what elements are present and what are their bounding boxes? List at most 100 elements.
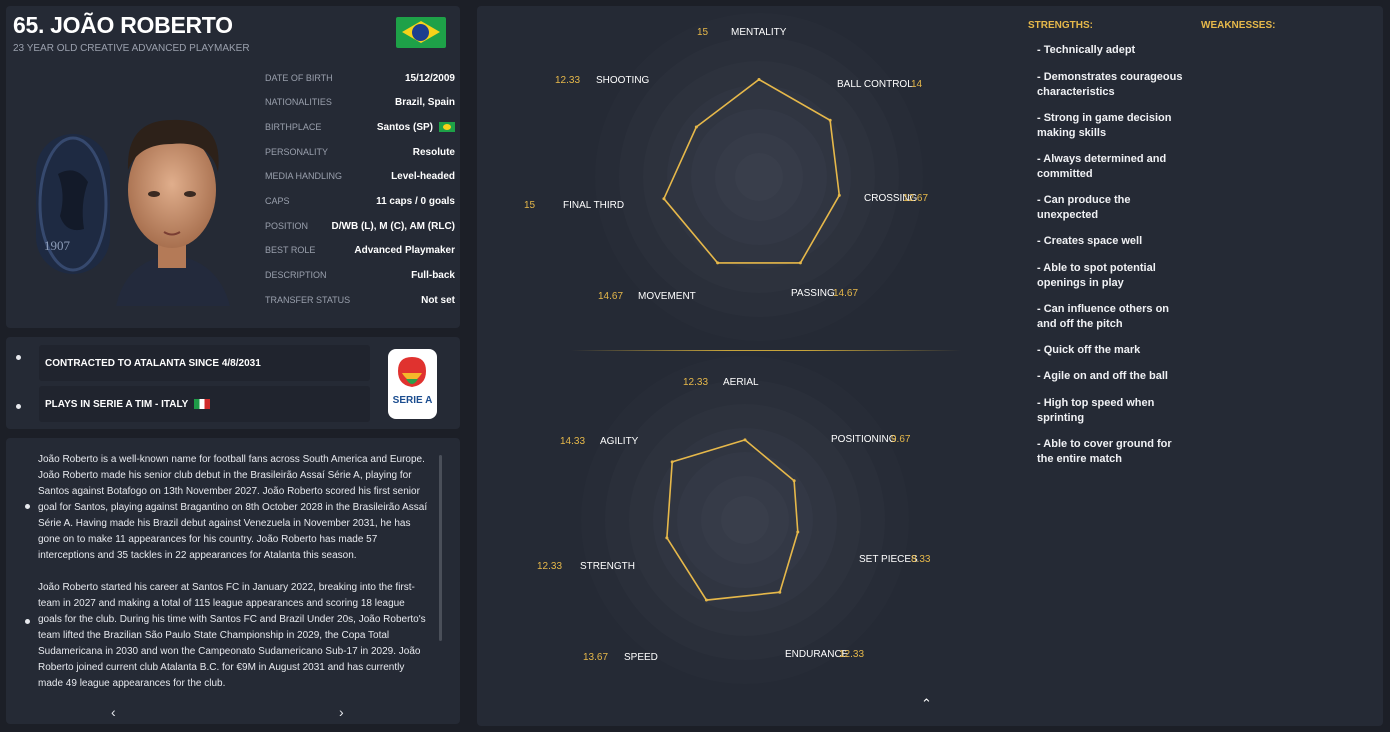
info-row-personality: PERSONALITY Resolute bbox=[265, 147, 455, 163]
radar-divider bbox=[571, 350, 961, 351]
club-crest-icon: 1907 bbox=[36, 134, 110, 274]
attr-value: 12.33 bbox=[537, 561, 563, 572]
bio-scrollbar[interactable] bbox=[439, 455, 442, 641]
radar-point bbox=[798, 261, 802, 265]
strength-item: - Always determined and committed bbox=[1037, 153, 1167, 180]
info-value: D/WB (L), M (C), AM (RLC) bbox=[331, 221, 455, 232]
info-label: BEST ROLE bbox=[265, 245, 316, 255]
contract-panel: CONTRACTED TO ATALANTA SINCE 4/8/2031 PL… bbox=[6, 337, 460, 429]
attr-value: 13.67 bbox=[583, 652, 609, 663]
info-value: Full-back bbox=[411, 270, 455, 281]
radar-point bbox=[792, 479, 796, 483]
info-label: DESCRIPTION bbox=[265, 270, 327, 280]
attr-value: 12.67 bbox=[903, 193, 929, 204]
attr-label: SHOOTING bbox=[596, 75, 650, 86]
radar-point bbox=[778, 590, 782, 594]
info-row-transfer-status: TRANSFER STATUS Not set bbox=[265, 295, 455, 311]
player-portrait bbox=[106, 110, 238, 306]
attr-label: MENTALITY bbox=[731, 27, 787, 38]
info-value-birthplace: Santos (SP) bbox=[377, 122, 455, 133]
attr-value: 14.67 bbox=[833, 288, 859, 299]
info-value: Level-headed bbox=[391, 171, 455, 182]
strength-item: - Able to spot potential openings in pla… bbox=[1037, 262, 1156, 289]
bullet-icon bbox=[16, 355, 21, 360]
strength-item: - Able to cover ground for the entire ma… bbox=[1037, 438, 1172, 465]
attr-value: 14.33 bbox=[560, 436, 586, 447]
birthplace-text: Santos (SP) bbox=[376, 122, 433, 133]
info-value: Resolute bbox=[412, 147, 455, 158]
info-value: Not set bbox=[421, 295, 455, 306]
league-logo-text: SERIE A bbox=[392, 395, 433, 406]
chevron-right-icon[interactable]: › bbox=[339, 704, 344, 720]
bio-paragraph-1: João Roberto is a well-known name for fo… bbox=[38, 454, 428, 561]
brazil-flag-icon bbox=[439, 122, 455, 133]
attr-value: 8.33 bbox=[911, 554, 931, 565]
league-text: PLAYS IN SERIE A TIM - ITALY bbox=[45, 399, 189, 410]
crest-year: 1907 bbox=[44, 238, 70, 253]
italy-flag-icon bbox=[194, 399, 211, 410]
player-name: 65. JOÃO ROBERTO bbox=[13, 12, 233, 38]
info-value: 15/12/2009 bbox=[404, 73, 455, 84]
radar-ring bbox=[721, 496, 769, 544]
strength-item: - Creates space well bbox=[1037, 235, 1143, 247]
info-label: TRANSFER STATUS bbox=[265, 295, 351, 305]
info-value: Brazil, Spain bbox=[394, 97, 455, 108]
biography-panel: João Roberto is a well-known name for fo… bbox=[6, 438, 460, 724]
chevron-up-icon[interactable]: ⌃ bbox=[921, 696, 932, 712]
radar-point bbox=[704, 598, 708, 602]
attr-label: BALL CONTROL bbox=[837, 79, 913, 90]
radar-point bbox=[828, 118, 832, 122]
attr-value: 15 bbox=[697, 27, 709, 38]
strength-item: - Agile on and off the ball bbox=[1037, 370, 1168, 382]
league-text-wrap: PLAYS IN SERIE A TIM - ITALY bbox=[45, 399, 211, 410]
attribute-radar-charts bbox=[581, 13, 923, 684]
league-logo[interactable]: SERIE A bbox=[388, 349, 437, 419]
attr-value: 14 bbox=[911, 79, 923, 90]
strength-item: - Technically adept bbox=[1037, 44, 1136, 56]
attr-value: 14.67 bbox=[598, 291, 624, 302]
info-label: BIRTHPLACE bbox=[265, 122, 322, 132]
info-label: NATIONALITIES bbox=[265, 97, 332, 107]
info-row-birthplace: BIRTHPLACE Santos (SP) bbox=[265, 122, 455, 138]
radar-ring bbox=[735, 153, 783, 201]
chevron-left-icon[interactable]: ‹ bbox=[111, 704, 116, 720]
contract-text: CONTRACTED TO ATALANTA SINCE 4/8/2031 bbox=[45, 358, 261, 369]
attr-label: AGILITY bbox=[600, 436, 639, 447]
info-row-best-role: BEST ROLE Advanced Playmaker bbox=[265, 245, 455, 261]
strength-item: - Can produce the unexpected bbox=[1037, 194, 1131, 221]
radar-point bbox=[743, 438, 747, 442]
info-label: PERSONALITY bbox=[265, 147, 329, 157]
strength-item: - Can influence others on and off the pi… bbox=[1037, 303, 1170, 330]
attr-label: FINAL THIRD bbox=[563, 200, 625, 211]
radar-point bbox=[757, 78, 761, 81]
info-row-caps: CAPS 11 caps / 0 goals bbox=[265, 196, 455, 212]
info-row-position: POSITION D/WB (L), M (C), AM (RLC) bbox=[265, 221, 455, 237]
radar-point bbox=[796, 530, 800, 534]
strength-item: - Quick off the mark bbox=[1037, 344, 1141, 356]
info-value: 11 caps / 0 goals bbox=[376, 196, 455, 207]
attr-value: 9.67 bbox=[891, 434, 911, 445]
attr-value: 12.33 bbox=[555, 75, 581, 86]
strength-item: - High top speed when sprinting bbox=[1037, 397, 1155, 424]
info-row-media-handling: MEDIA HANDLING Level-headed bbox=[265, 171, 455, 187]
bullet-icon bbox=[25, 619, 30, 624]
attr-label: STRENGTH bbox=[580, 561, 635, 572]
bio-paragraph-2: João Roberto started his career at Santo… bbox=[38, 582, 426, 689]
strength-item: - Demonstrates courageous characteristic… bbox=[1037, 71, 1183, 98]
attr-label: MOVEMENT bbox=[638, 291, 696, 302]
bullet-icon bbox=[25, 504, 30, 509]
info-label: DATE OF BIRTH bbox=[265, 73, 333, 83]
info-value: Advanced Playmaker bbox=[354, 245, 455, 256]
strength-item: - Strong in game decision making skills bbox=[1037, 112, 1172, 139]
attr-label: SPEED bbox=[624, 652, 658, 663]
weaknesses-title: WEAKNESSES: bbox=[1201, 20, 1276, 31]
brazil-flag-icon bbox=[396, 17, 446, 48]
info-label: POSITION bbox=[265, 221, 309, 231]
bullet-icon bbox=[16, 404, 21, 409]
info-row-date-of-birth: DATE OF BIRTH 15/12/2009 bbox=[265, 73, 455, 89]
attr-label: POSITIONING bbox=[831, 434, 897, 445]
attr-label: PASSING bbox=[791, 288, 835, 299]
radar-chart-physical bbox=[581, 356, 909, 684]
contract-info: CONTRACTED TO ATALANTA SINCE 4/8/2031 bbox=[39, 345, 370, 381]
radar-point bbox=[837, 193, 841, 197]
